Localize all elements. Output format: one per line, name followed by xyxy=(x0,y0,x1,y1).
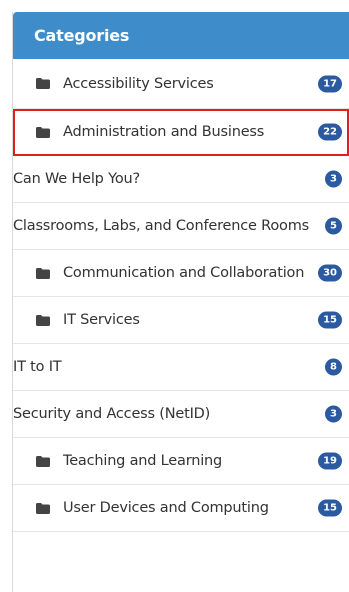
category-item-it-services[interactable]: IT Services 15 xyxy=(13,297,349,344)
count-badge: 5 xyxy=(325,217,342,235)
count-badge: 17 xyxy=(318,75,342,92)
category-item-administration-and-business[interactable]: Administration and Business 22 xyxy=(13,109,349,156)
folder-icon xyxy=(36,78,50,89)
category-item-it-to-it[interactable]: IT to IT 8 xyxy=(13,344,349,391)
category-item-classrooms-labs-conference-rooms[interactable]: Classrooms, Labs, and Conference Rooms 5 xyxy=(13,203,349,250)
category-label: Security and Access (NetID) xyxy=(13,406,211,422)
count-badge: 3 xyxy=(325,405,342,423)
category-label: Classrooms, Labs, and Conference Rooms xyxy=(13,218,309,234)
category-label: IT Services xyxy=(63,312,140,328)
category-item-teaching-and-learning[interactable]: Teaching and Learning 19 xyxy=(13,438,349,485)
count-badge: 8 xyxy=(325,358,342,376)
folder-icon xyxy=(36,267,50,279)
count-badge: 15 xyxy=(318,311,342,329)
category-label: Teaching and Learning xyxy=(63,453,223,469)
folder-icon xyxy=(36,502,50,514)
folder-icon xyxy=(36,455,50,467)
count-badge: 15 xyxy=(318,499,342,517)
category-item-accessibility-services[interactable]: Accessibility Services 17 xyxy=(13,59,349,109)
category-label: Can We Help You? xyxy=(13,171,140,187)
count-badge: 19 xyxy=(318,452,342,470)
category-label: User Devices and Computing xyxy=(63,500,269,516)
category-item-communication-and-collaboration[interactable]: Communication and Collaboration 30 xyxy=(13,250,349,297)
category-label: IT to IT xyxy=(13,359,62,375)
category-label: Administration and Business xyxy=(63,124,265,140)
count-badge: 30 xyxy=(318,264,342,282)
count-badge: 3 xyxy=(325,170,342,188)
panel-title: Categories xyxy=(34,26,130,45)
category-item-can-we-help-you[interactable]: Can We Help You? 3 xyxy=(13,156,349,203)
categories-list: Accessibility Services 17 Administration… xyxy=(13,59,349,532)
folder-icon xyxy=(36,314,50,326)
category-item-security-and-access[interactable]: Security and Access (NetID) 3 xyxy=(13,391,349,438)
category-label: Communication and Collaboration xyxy=(63,265,305,281)
categories-header: Categories xyxy=(13,12,349,59)
folder-icon xyxy=(36,126,50,138)
category-item-user-devices-and-computing[interactable]: User Devices and Computing 15 xyxy=(13,485,349,532)
count-badge: 22 xyxy=(318,123,342,141)
categories-panel: Categories Accessibility Services 17 Adm… xyxy=(12,12,349,592)
category-label: Accessibility Services xyxy=(63,75,214,92)
